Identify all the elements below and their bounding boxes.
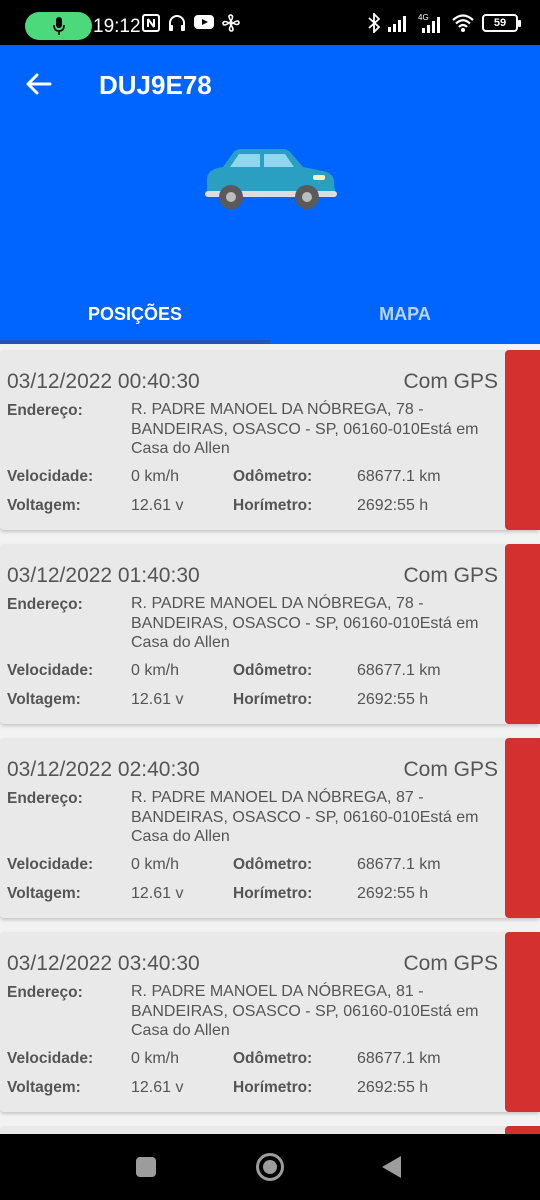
bluetooth-icon <box>368 13 380 33</box>
tab-bar: POSIÇÕES MAPA <box>0 285 540 344</box>
headset-icon <box>169 15 185 31</box>
tab-mapa[interactable]: MAPA <box>270 285 540 344</box>
odometer-label: Odômetro: <box>233 856 313 873</box>
voltage-value: 12.61 v <box>131 1079 184 1096</box>
hourmeter-value: 2692:55 h <box>357 691 429 708</box>
hourmeter-value: 2692:55 h <box>357 885 429 902</box>
odometer-label: Odômetro: <box>233 1050 313 1067</box>
home-button[interactable] <box>256 1153 284 1181</box>
fan-icon <box>222 14 240 32</box>
status-bar: 19:12 4G 59 <box>0 0 540 45</box>
arrow-left-icon <box>26 73 52 95</box>
odometer-value: 68677.1 km <box>357 662 441 679</box>
car-icon <box>205 149 337 209</box>
microphone-icon <box>52 17 65 35</box>
position-card[interactable]: 03/12/2022 03:40:30 Com GPS Endereço: R.… <box>0 932 540 1112</box>
gps-status: Com GPS <box>403 564 498 587</box>
positions-list[interactable]: 03/12/2022 00:40:30 Com GPS Endereço: R.… <box>0 350 540 1126</box>
nfc-icon <box>142 14 160 32</box>
youtube-icon <box>194 15 214 29</box>
voltage-label: Voltagem: <box>7 691 81 708</box>
gps-status: Com GPS <box>403 952 498 975</box>
recent-apps-button[interactable] <box>136 1157 156 1177</box>
status-time: 19:12 <box>93 16 141 37</box>
position-datetime: 03/12/2022 00:40:30 <box>7 370 200 393</box>
status-stripe <box>505 350 540 530</box>
odometer-label: Odômetro: <box>233 662 313 679</box>
odometer-value: 68677.1 km <box>357 468 441 485</box>
odometer-value: 68677.1 km <box>357 1050 441 1067</box>
speed-label: Velocidade: <box>7 1050 94 1067</box>
hourmeter-label: Horímetro: <box>233 1079 313 1096</box>
speed-value: 0 km/h <box>131 468 180 485</box>
address-value: R. PADRE MANOEL DA NÓBREGA, 87 - BANDEIR… <box>131 789 479 845</box>
status-stripe <box>505 738 540 918</box>
hourmeter-label: Horímetro: <box>233 497 313 514</box>
system-icons: 4G 59 <box>368 13 521 33</box>
voltage-value: 12.61 v <box>131 885 184 902</box>
position-datetime: 03/12/2022 02:40:30 <box>7 758 200 781</box>
gps-status: Com GPS <box>403 370 498 393</box>
address-value: R. PADRE MANOEL DA NÓBREGA, 81 - BANDEIR… <box>131 983 479 1039</box>
voltage-value: 12.61 v <box>131 497 184 514</box>
position-card[interactable]: 03/12/2022 00:40:30 Com GPS Endereço: R.… <box>0 350 540 530</box>
hourmeter-label: Horímetro: <box>233 885 313 902</box>
hourmeter-value: 2692:55 h <box>357 497 429 514</box>
app-header: DUJ9E78 POSIÇÕES MAPA <box>0 45 540 344</box>
voltage-value: 12.61 v <box>131 691 184 708</box>
speed-value: 0 km/h <box>131 856 180 873</box>
speed-value: 0 km/h <box>131 662 180 679</box>
battery-level: 59 <box>493 17 507 29</box>
wifi-icon <box>452 14 474 32</box>
address-label: Endereço: <box>7 402 83 419</box>
back-button[interactable] <box>22 67 56 101</box>
hourmeter-label: Horímetro: <box>233 691 313 708</box>
position-card[interactable]: 03/12/2022 01:40:30 Com GPS Endereço: R.… <box>0 544 540 724</box>
address-label: Endereço: <box>7 984 83 1001</box>
speed-label: Velocidade: <box>7 662 94 679</box>
odometer-label: Odômetro: <box>233 468 313 485</box>
speed-label: Velocidade: <box>7 468 94 485</box>
status-stripe <box>505 544 540 724</box>
gps-status: Com GPS <box>403 758 498 781</box>
system-nav-bar <box>0 1134 540 1200</box>
voltage-label: Voltagem: <box>7 1079 81 1096</box>
speed-label: Velocidade: <box>7 856 94 873</box>
page-title: DUJ9E78 <box>99 70 212 100</box>
address-label: Endereço: <box>7 790 83 807</box>
position-card[interactable]: 03/12/2022 02:40:30 Com GPS Endereço: R.… <box>0 738 540 918</box>
signal-4g-icon: 4G <box>418 13 440 33</box>
address-value: R. PADRE MANOEL DA NÓBREGA, 78 - BANDEIR… <box>131 595 479 651</box>
address-label: Endereço: <box>7 596 83 613</box>
tab-posicoes[interactable]: POSIÇÕES <box>0 285 270 344</box>
odometer-value: 68677.1 km <box>357 856 441 873</box>
hourmeter-value: 2692:55 h <box>357 1079 429 1096</box>
position-datetime: 03/12/2022 03:40:30 <box>7 952 200 975</box>
position-datetime: 03/12/2022 01:40:30 <box>7 564 200 587</box>
voltage-label: Voltagem: <box>7 885 81 902</box>
address-value: R. PADRE MANOEL DA NÓBREGA, 78 - BANDEIR… <box>131 401 479 457</box>
system-back-button[interactable] <box>382 1156 401 1178</box>
notification-icons <box>142 14 240 32</box>
battery-icon: 59 <box>482 14 521 32</box>
status-stripe <box>505 932 540 1112</box>
mic-indicator[interactable] <box>25 12 92 40</box>
tab-indicator <box>0 340 270 344</box>
svg-text:4G: 4G <box>418 13 429 22</box>
voltage-label: Voltagem: <box>7 497 81 514</box>
signal-icon <box>388 16 406 32</box>
speed-value: 0 km/h <box>131 1050 180 1067</box>
